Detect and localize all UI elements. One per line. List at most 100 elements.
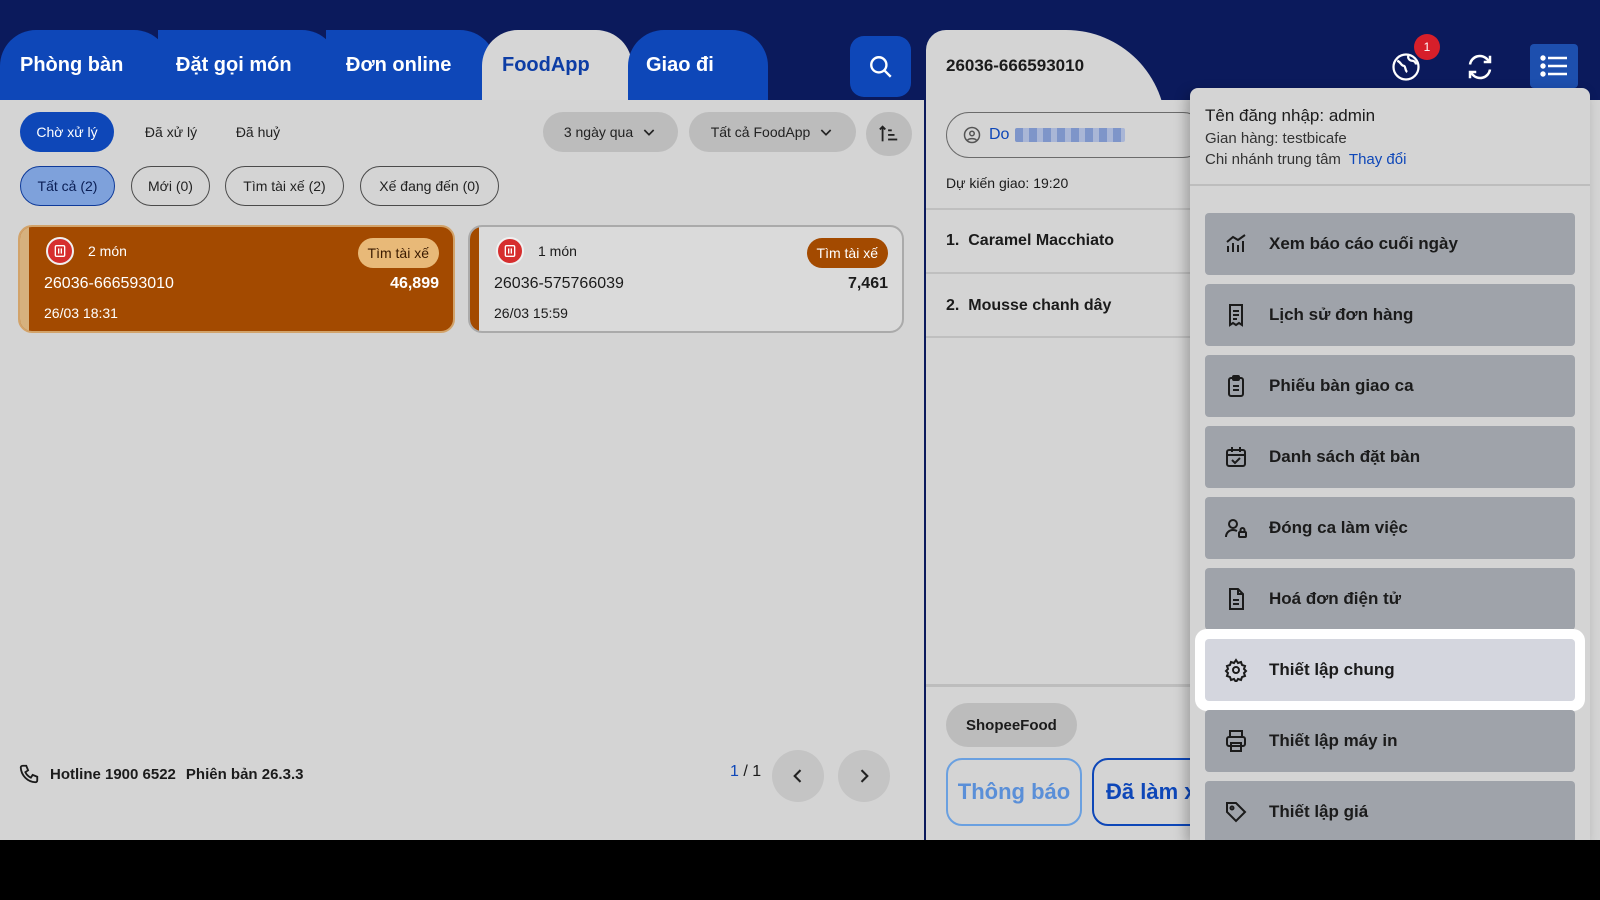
redacted-customer-info: [1015, 128, 1126, 142]
notification-badge: 1: [1414, 34, 1440, 60]
card-accent-strip: [470, 227, 479, 331]
price-tag-icon: [1223, 799, 1249, 825]
order-item-row: 1. Caramel Macchiato: [946, 232, 1114, 250]
card-accent-strip: [20, 227, 29, 331]
search-icon: [869, 55, 892, 78]
menu-item-printer-settings[interactable]: Thiết lập máy in: [1205, 710, 1575, 772]
restaurant-icon: [496, 237, 524, 265]
menu-item-label: Thiết lập giá: [1269, 802, 1369, 821]
menu-separator: [1190, 184, 1590, 186]
order-status-badge: Tìm tài xế: [357, 238, 439, 268]
menu-item-label: Thiết lập máy in: [1269, 731, 1398, 750]
tab-giao-di[interactable]: Giao đi: [628, 30, 768, 100]
menu-item-end-of-day-report[interactable]: Xem báo cáo cuối ngày: [1205, 213, 1575, 275]
divider: [926, 336, 1206, 338]
tab-dat-goi-mon[interactable]: Đặt gọi món: [158, 30, 338, 100]
chevron-right-icon: [860, 769, 869, 783]
receipt-icon: [1223, 302, 1249, 328]
hotline-text: Hotline 1900 6522: [50, 765, 176, 783]
app-root: Phòng bàn Đặt gọi món Đơn online FoodApp…: [0, 0, 1600, 840]
tab-phong-ban[interactable]: Phòng bàn: [0, 30, 170, 100]
customer-name-prefix: Do: [989, 126, 1010, 143]
menu-item-shift-handover[interactable]: Phiếu bàn giao ca: [1205, 355, 1575, 417]
next-page-button[interactable]: [838, 750, 890, 802]
order-item-row: 2. Mousse chanh dây: [946, 297, 1111, 315]
menu-item-e-invoice[interactable]: Hoá đơn điện tử: [1205, 568, 1575, 630]
menu-item-label: Danh sách đặt bàn: [1269, 447, 1421, 466]
eta-time: 19:20: [1033, 175, 1069, 191]
eta-text: Dự kiến giao: 19:20: [946, 175, 1068, 191]
filter-label: Tất cả (2): [37, 178, 98, 194]
date-range-label: 3 ngày qua: [563, 124, 634, 140]
menu-item-price-settings[interactable]: Thiết lập giá: [1205, 781, 1575, 840]
account-store: Gian hàng: testbicafe: [1205, 130, 1347, 147]
item-name: Mousse chanh dây: [968, 297, 1112, 314]
filter-label: Đã huỷ: [235, 124, 281, 140]
tab-label: Đặt gọi món: [176, 53, 292, 76]
filter-cho-xu-ly[interactable]: Chờ xử lý: [20, 112, 114, 152]
date-range-dropdown[interactable]: 3 ngày qua: [543, 112, 678, 152]
tab-foodapp[interactable]: FoodApp: [482, 30, 632, 100]
filter-label: Mới (0): [148, 178, 193, 194]
clipboard-icon: [1223, 373, 1249, 399]
chevron-left-icon: [793, 769, 802, 783]
driver-filter-coming[interactable]: Xế đang đến (0): [360, 166, 499, 206]
order-card[interactable]: 1 món Tìm tài xế 26036-575766039 7,461 2…: [468, 225, 904, 333]
sort-button[interactable]: [866, 112, 912, 156]
sort-ascending-icon: [879, 125, 898, 142]
item-name: Caramel Macchiato: [968, 232, 1115, 249]
chevron-down-icon: [643, 129, 655, 136]
page-total: 1: [752, 763, 762, 780]
globe-icon: [1392, 53, 1420, 81]
order-card[interactable]: 2 món Tìm tài xế 26036-666593010 46,899 …: [18, 225, 455, 333]
phone-icon: [19, 764, 39, 784]
change-branch-link[interactable]: Thay đổi: [1349, 151, 1407, 168]
prev-page-button[interactable]: [772, 750, 824, 802]
menu-item-order-history[interactable]: Lịch sử đơn hàng: [1205, 284, 1575, 346]
order-code: 26036-666593010: [44, 275, 174, 292]
menu-item-label: Hoá đơn điện tử: [1269, 589, 1402, 608]
divider: [926, 208, 1206, 210]
account-branch: Chi nhánh trung tâm: [1205, 151, 1341, 168]
list-menu-icon: [1540, 55, 1567, 77]
page-separator: /: [738, 763, 753, 780]
driver-filter-all[interactable]: Tất cả (2): [20, 166, 115, 206]
filter-da-xu-ly[interactable]: Đã xử lý: [126, 112, 216, 152]
item-index: 2.: [946, 297, 960, 314]
version-text: Phiên bản 26.3.3: [185, 765, 304, 783]
item-index: 1.: [946, 232, 960, 249]
notify-button[interactable]: Thông báo: [946, 758, 1082, 826]
page-current: 1: [730, 763, 739, 780]
menu-item-general-settings[interactable]: Thiết lập chung: [1205, 639, 1575, 701]
tab-don-online[interactable]: Đơn online: [326, 30, 496, 100]
driver-filter-finding[interactable]: Tìm tài xế (2): [225, 166, 344, 206]
app-source-label: Tất cả FoodApp: [710, 124, 811, 140]
user-lock-icon: [1223, 515, 1249, 541]
order-time: 26/03 18:31: [44, 305, 118, 321]
customer-field[interactable]: Do: [946, 112, 1206, 158]
menu-item-label: Lịch sử đơn hàng: [1269, 305, 1414, 324]
order-amount: 46,899: [390, 275, 439, 292]
app-source-dropdown[interactable]: Tất cả FoodApp: [689, 112, 856, 152]
filter-label: Tìm tài xế (2): [243, 178, 326, 194]
order-list-panel: Chờ xử lý Đã xử lý Đã huỷ 3 ngày qua Tất…: [0, 100, 924, 840]
order-item-count: 1 món: [538, 243, 577, 259]
restaurant-icon: [46, 237, 74, 265]
account-branch-row: Chi nhánh trung tâm Thay đổi: [1205, 151, 1406, 168]
refresh-icon: [1468, 54, 1492, 80]
tab-label: Giao đi: [646, 53, 714, 76]
menu-item-close-shift[interactable]: Đóng ca làm việc: [1205, 497, 1575, 559]
menu-item-reservations[interactable]: Danh sách đặt bàn: [1205, 426, 1575, 488]
user-circle-icon: [963, 126, 981, 144]
document-icon: [1223, 586, 1249, 612]
driver-filter-new[interactable]: Mới (0): [131, 166, 210, 206]
filter-da-huy[interactable]: Đã huỷ: [222, 112, 294, 152]
order-amount: 7,461: [847, 275, 888, 292]
menu-button[interactable]: [1530, 44, 1578, 88]
tab-label: Đơn online: [346, 53, 452, 76]
menu-item-label: Thiết lập chung: [1269, 660, 1395, 679]
refresh-button[interactable]: [1457, 44, 1503, 90]
filter-label: Xế đang đến (0): [379, 178, 480, 194]
search-button[interactable]: [850, 36, 911, 97]
divider: [926, 684, 1206, 687]
